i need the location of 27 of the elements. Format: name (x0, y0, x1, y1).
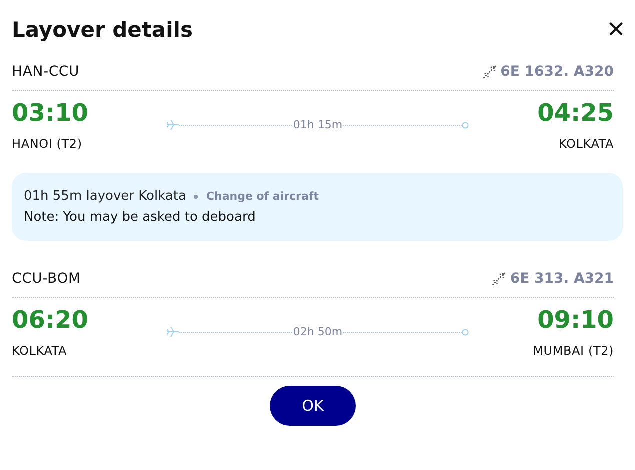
departure-city: KOLKATA (12, 344, 67, 358)
arrival-time: 04:25 (538, 99, 614, 127)
bullet-dot (194, 194, 198, 198)
dialog-title: Layover details (12, 18, 194, 42)
departure-city: HANOI (T2) (12, 137, 82, 151)
destination-dot-icon (462, 122, 469, 128)
aircraft-change-tag: Change of aircraft (206, 190, 319, 203)
flight-number: 6E 1632. A320 (500, 64, 614, 80)
arrival-city: MUMBAI (T2) (533, 344, 614, 358)
departure-time: 03:10 (12, 99, 88, 127)
layover-summary: 01h 55m layover Kolkata (24, 189, 186, 204)
route-code: CCU-BOM (12, 271, 81, 287)
route-code: HAN-CCU (12, 64, 80, 80)
flight-duration: 02h 50m (293, 326, 343, 338)
flight-number: 6E 313. A321 (510, 271, 614, 287)
plane-takeoff-icon (482, 65, 497, 79)
plane-icon (167, 120, 179, 130)
destination-dot-icon (462, 328, 469, 336)
arrival-city: KOLKATA (559, 137, 614, 151)
layover-note: Note: You may be asked to deboard (24, 210, 257, 225)
flight-duration: 01h 15m (293, 118, 343, 132)
close-button[interactable]: × (607, 15, 625, 45)
plane-takeoff-icon (492, 272, 506, 286)
ok-button[interactable]: OK (270, 386, 356, 426)
departure-time: 06:20 (12, 306, 88, 334)
plane-icon (167, 327, 179, 337)
arrival-time: 09:10 (538, 306, 614, 334)
